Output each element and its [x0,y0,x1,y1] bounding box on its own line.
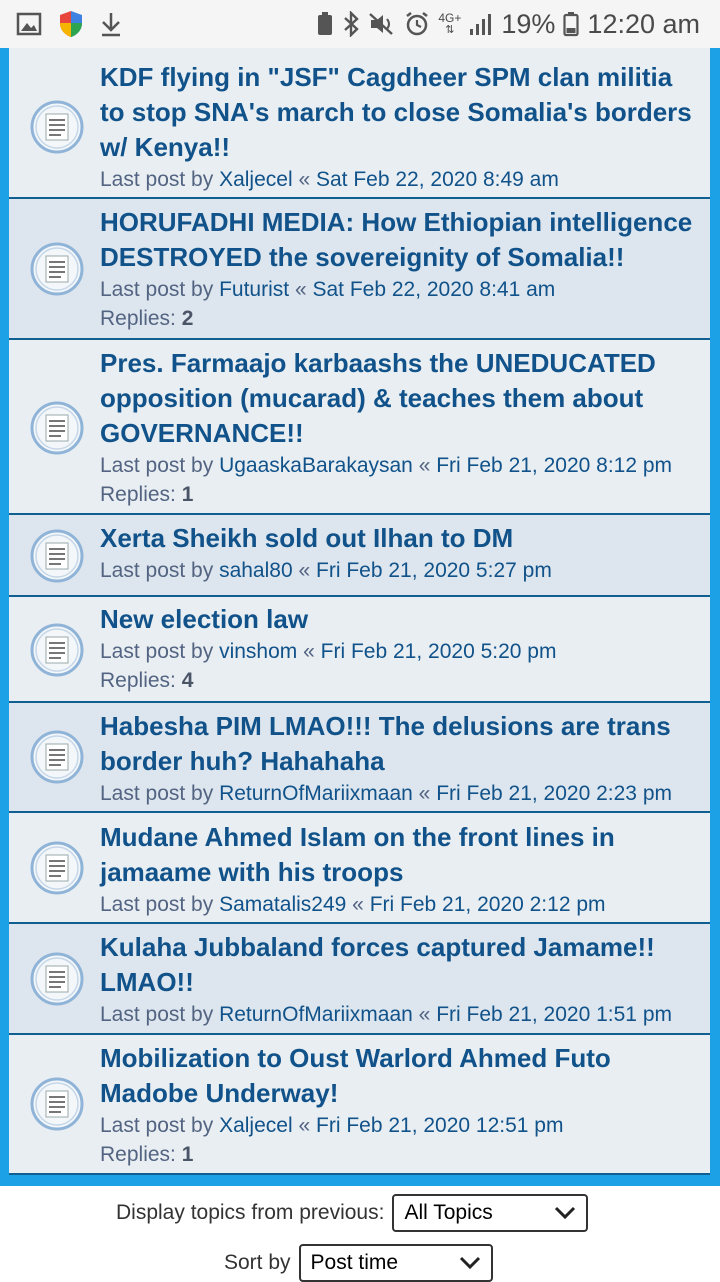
chevron-down-icon [459,1256,480,1270]
last-post-date-link[interactable]: Fri Feb 21, 2020 2:12 pm [370,893,606,916]
last-post-info: Last post by ReturnOfMariixmaan « Fri Fe… [100,1003,672,1026]
mute-icon [368,11,396,37]
display-filter: Display topics from previous: All Topics [116,1194,589,1232]
author-link[interactable]: Xaljecel [219,168,293,191]
topic-row[interactable]: Mudane Ahmed Islam on the front lines in… [9,813,710,924]
topic-title-link[interactable]: KDF flying in "JSF" Cagdheer SPM clan mi… [100,60,702,165]
last-post-info: Last post by Samatalis249 « Fri Feb 21, … [100,893,606,916]
last-post-info: Last post by vinshom « Fri Feb 21, 2020 … [100,640,557,663]
author-link[interactable]: ReturnOfMariixmaan [219,1003,413,1026]
author-link[interactable]: vinshom [219,640,297,663]
chevron-down-icon [555,1206,576,1220]
topic-read-icon [30,841,84,895]
topic-row[interactable]: KDF flying in "JSF" Cagdheer SPM clan mi… [9,48,710,199]
network-type-icon: 4G+ ⇅ [438,11,462,36]
shield-icon [58,10,84,38]
display-topics-select[interactable]: All Topics [392,1194,589,1232]
reply-count: Replies: 1 [100,483,194,506]
author-link[interactable]: Samatalis249 [219,893,346,916]
topic-title-link[interactable]: Kulaha Jubbaland forces captured Jamame!… [100,930,702,1000]
topic-list-controls: Display topics from previous: All Topics… [0,1186,720,1282]
topic-read-icon [30,952,84,1006]
last-post-date-link[interactable]: Fri Feb 21, 2020 1:51 pm [436,1003,672,1026]
last-post-date-link[interactable]: Fri Feb 21, 2020 5:27 pm [316,559,552,582]
reply-count: Replies: 4 [100,669,194,692]
author-link[interactable]: Xaljecel [219,1114,293,1137]
topic-title-link[interactable]: Xerta Sheikh sold out Ilhan to DM [100,521,702,556]
last-post-info: Last post by UgaaskaBarakaysan « Fri Feb… [100,454,673,477]
topic-row[interactable]: Habesha PIM LMAO!!! The delusions are tr… [9,703,710,813]
topic-row[interactable]: Pres. Farmaajo karbaashs the UNEDUCATED … [9,340,710,515]
topic-read-icon [30,401,84,455]
author-link[interactable]: sahal80 [219,559,293,582]
forum-topic-panel: KDF flying in "JSF" Cagdheer SPM clan mi… [0,48,720,1186]
topic-title-link[interactable]: HORUFADHI MEDIA: How Ethiopian intellige… [100,205,702,275]
signal-icon [469,12,493,36]
clock: 12:20 am [587,8,700,39]
last-post-info: Last post by ReturnOfMariixmaan « Fri Fe… [100,782,672,805]
topic-read-icon [30,242,84,296]
reply-count: Replies: 2 [100,307,194,330]
topic-title-link[interactable]: Mobilization to Oust Warlord Ahmed Futo … [100,1041,702,1111]
topic-title-link[interactable]: Mudane Ahmed Islam on the front lines in… [100,820,702,890]
reply-count: Replies: 1 [100,1143,194,1166]
topic-read-icon [30,623,84,677]
sort-label: Sort by [224,1251,291,1274]
download-icon [100,11,122,37]
battery-saver-icon [316,11,334,37]
topic-row[interactable]: Mobilization to Oust Warlord Ahmed Futo … [9,1035,710,1175]
sort-control: Sort by Post time [224,1244,493,1282]
topic-read-icon [30,100,84,154]
topic-list: KDF flying in "JSF" Cagdheer SPM clan mi… [9,48,710,1175]
topic-row[interactable]: Kulaha Jubbaland forces captured Jamame!… [9,924,710,1035]
author-link[interactable]: ReturnOfMariixmaan [219,782,413,805]
topic-title-link[interactable]: New election law [100,602,702,637]
topic-read-icon [30,730,84,784]
status-bar: 4G+ ⇅ 19% 12:20 am [0,0,720,48]
sort-by-select[interactable]: Post time [298,1244,493,1282]
battery-percent: 19% [501,8,556,39]
topic-read-icon [30,529,84,583]
battery-icon [563,11,580,37]
display-filter-label: Display topics from previous: [116,1201,385,1224]
topic-read-icon [30,1077,84,1131]
gallery-icon [16,12,42,36]
author-link[interactable]: Futurist [219,278,289,301]
topic-row[interactable]: HORUFADHI MEDIA: How Ethiopian intellige… [9,199,710,340]
last-post-date-link[interactable]: Fri Feb 21, 2020 5:20 pm [321,640,557,663]
last-post-info: Last post by sahal80 « Fri Feb 21, 2020 … [100,559,552,582]
alarm-icon [404,11,430,37]
topic-row[interactable]: New election law Last post by vinshom « … [9,597,710,703]
author-link[interactable]: UgaaskaBarakaysan [219,454,413,477]
bluetooth-icon [342,11,360,37]
topic-title-link[interactable]: Pres. Farmaajo karbaashs the UNEDUCATED … [100,346,702,451]
last-post-date-link[interactable]: Fri Feb 21, 2020 8:12 pm [436,454,672,477]
last-post-date-link[interactable]: Sat Feb 22, 2020 8:41 am [312,278,555,301]
last-post-info: Last post by Xaljecel « Fri Feb 21, 2020… [100,1114,564,1137]
topic-row[interactable]: Xerta Sheikh sold out Ilhan to DM Last p… [9,515,710,597]
last-post-info: Last post by Futurist « Sat Feb 22, 2020… [100,278,556,301]
last-post-date-link[interactable]: Fri Feb 21, 2020 2:23 pm [436,782,672,805]
last-post-info: Last post by Xaljecel « Sat Feb 22, 2020… [100,168,559,191]
last-post-date-link[interactable]: Fri Feb 21, 2020 12:51 pm [316,1114,563,1137]
last-post-date-link[interactable]: Sat Feb 22, 2020 8:49 am [316,168,559,191]
topic-title-link[interactable]: Habesha PIM LMAO!!! The delusions are tr… [100,709,702,779]
